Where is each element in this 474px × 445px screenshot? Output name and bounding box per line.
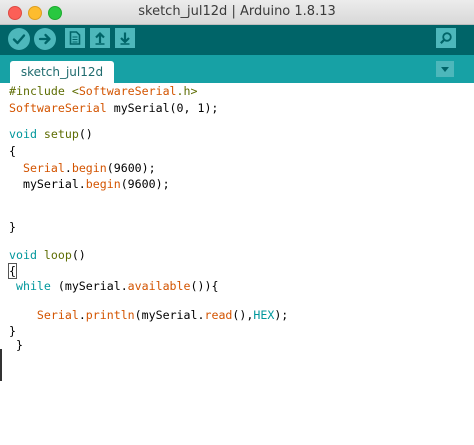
- code-token: .h>: [176, 84, 198, 98]
- new-sketch-button[interactable]: [65, 28, 85, 48]
- window-title: sketch_jul12d | Arduino 1.8.13: [138, 4, 336, 19]
- code-line-13: }: [9, 337, 23, 354]
- checkmark-icon: [12, 34, 26, 45]
- code-token: SoftwareSerial: [78, 84, 177, 98]
- open-sketch-button[interactable]: [90, 28, 110, 48]
- triangle-down-icon: [441, 66, 449, 72]
- code-token: .: [78, 308, 86, 322]
- code-line-10: while (mySerial.available()){: [9, 278, 218, 295]
- code-line-11: Serial.println(mySerial.read(),HEX);: [9, 307, 288, 324]
- code-token: (9600);: [120, 177, 170, 191]
- code-token: ()){: [190, 279, 219, 293]
- code-token: #include <: [9, 84, 79, 98]
- code-line-2: SoftwareSerial mySerial(0, 1);: [9, 100, 218, 117]
- code-token: (mySerial.: [134, 308, 205, 322]
- tab-bar: sketch_jul12d: [0, 55, 474, 83]
- code-token: Serial: [36, 308, 79, 322]
- code-token: {: [9, 144, 16, 158]
- tab-menu-button[interactable]: [436, 61, 454, 77]
- upload-button[interactable]: [34, 28, 56, 50]
- code-token: mySerial(0, 1);: [106, 101, 219, 115]
- right-arrow-icon: [38, 33, 51, 45]
- code-line-7: }: [9, 219, 16, 236]
- code-token: );: [274, 308, 289, 322]
- toolbar: [0, 25, 474, 55]
- code-line-8: void loop(): [9, 247, 86, 264]
- code-token: }: [9, 220, 16, 234]
- code-token: begin: [71, 161, 107, 175]
- code-token: void: [9, 127, 37, 141]
- tab-sketch[interactable]: sketch_jul12d: [10, 61, 114, 83]
- code-token: begin: [85, 177, 121, 191]
- code-token: {: [8, 263, 17, 279]
- code-token: println: [85, 308, 135, 322]
- code-token: (9600);: [106, 161, 156, 175]
- verify-button[interactable]: [8, 28, 30, 50]
- new-file-icon: [69, 31, 81, 45]
- code-token: .: [64, 161, 72, 175]
- code-token: setup: [43, 127, 79, 141]
- code-token: (): [71, 248, 86, 262]
- magnifier-icon: [440, 32, 452, 44]
- code-token: mySerial.: [9, 177, 86, 191]
- code-token: while: [15, 279, 51, 293]
- title-bar: sketch_jul12d | Arduino 1.8.13: [0, 0, 474, 25]
- code-token: (),: [232, 308, 254, 322]
- code-token: Serial: [22, 161, 65, 175]
- code-token: HEX: [253, 308, 275, 322]
- down-arrow-icon: [120, 32, 130, 45]
- code-line-4: {: [9, 143, 16, 160]
- up-arrow-icon: [95, 31, 105, 45]
- code-line-1: #include <SoftwareSerial.h>: [9, 83, 198, 100]
- code-token: void: [9, 248, 37, 262]
- code-token: loop: [43, 248, 72, 262]
- serial-monitor-button[interactable]: [436, 28, 456, 48]
- save-sketch-button[interactable]: [115, 28, 135, 48]
- code-token: (): [78, 127, 93, 141]
- code-token: available: [127, 279, 191, 293]
- code-line-5: Serial.begin(9600);: [9, 160, 156, 177]
- code-token: }: [9, 338, 23, 352]
- editor-edge-mark: [0, 349, 2, 381]
- code-token: read: [204, 308, 233, 322]
- code-editor[interactable]: #include <SoftwareSerial.h> SoftwareSeri…: [0, 83, 474, 445]
- code-token: }: [9, 324, 16, 338]
- code-token: (mySerial.: [50, 279, 128, 293]
- code-line-6: mySerial.begin(9600);: [9, 176, 170, 193]
- code-token: SoftwareSerial: [9, 101, 107, 115]
- code-line-3: void setup(): [9, 126, 93, 143]
